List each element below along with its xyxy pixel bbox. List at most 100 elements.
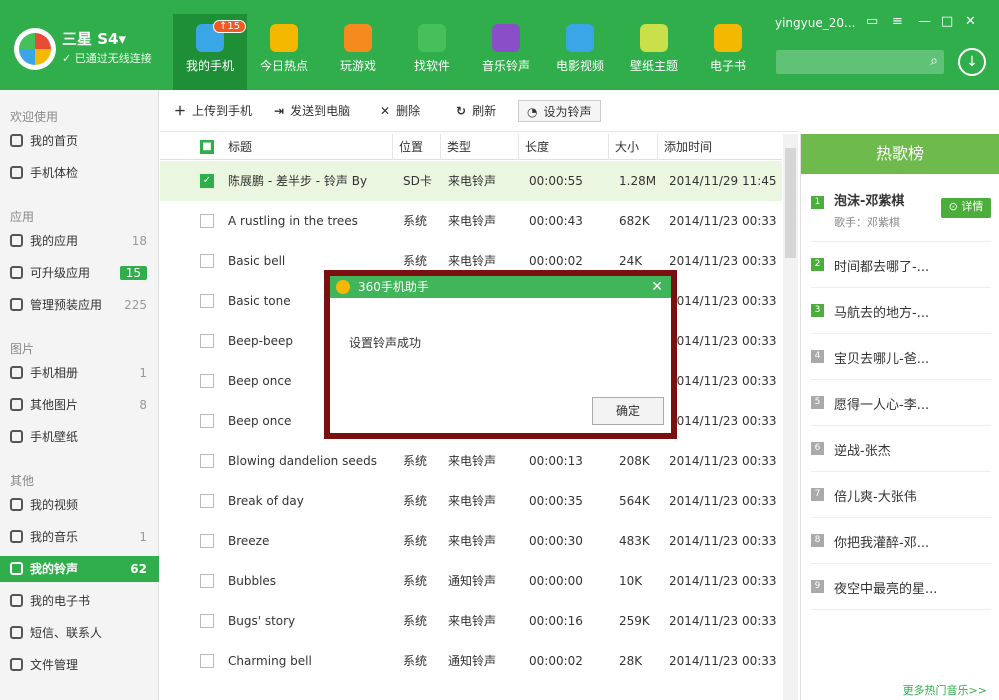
sidebar-item[interactable]: 我的电子书 — [0, 588, 159, 614]
sidebar-item[interactable]: 管理预装应用 225 — [0, 292, 159, 318]
nav-item[interactable]: 电影视频 — [543, 14, 617, 90]
more-music-link[interactable]: 更多热门音乐>> — [903, 682, 987, 698]
sidebar-item-label: 我的首页 — [30, 134, 79, 148]
table-cell: 系统 — [403, 534, 428, 548]
hot-item[interactable]: 9 夜空中最亮的星... — [811, 564, 991, 610]
nav-item[interactable]: 壁纸主题 — [617, 14, 691, 90]
nav-item[interactable]: 今日热点 — [247, 14, 321, 90]
table-cell: 2014/11/23 00:33 — [669, 254, 777, 268]
dialog-close-icon[interactable]: ✕ — [651, 276, 663, 298]
sidebar-item[interactable]: 手机体检 — [0, 160, 159, 186]
sidebar-item-label: 可升级应用 — [30, 266, 91, 280]
hot-songs-title: 热歌榜 — [801, 134, 999, 174]
sidebar-item-label: 我的视频 — [30, 498, 79, 512]
row-checkbox[interactable] — [200, 294, 214, 308]
row-checkbox[interactable] — [200, 374, 214, 388]
nav-item[interactable]: 电子书 — [691, 14, 765, 90]
row-checkbox[interactable] — [200, 534, 214, 548]
col-added-time[interactable]: 添加时间 — [657, 134, 782, 160]
maximize-icon[interactable]: □ — [941, 14, 953, 29]
ok-button[interactable]: 确定 — [592, 397, 664, 425]
col-type[interactable]: 类型 — [440, 134, 522, 160]
sidebar-item[interactable]: 手机相册 1 — [0, 360, 159, 386]
device-name[interactable]: 三星 S4▾ — [62, 28, 126, 49]
sidebar-item-count: 8 — [139, 398, 147, 412]
nav-item[interactable]: 找软件 — [395, 14, 469, 90]
col-size[interactable]: 大小 — [608, 134, 662, 160]
set-ringtone-button[interactable]: ◔ 设为铃声 — [518, 100, 601, 122]
table-row[interactable]: Break of day 系统 来电铃声 00:00:35 564K 2014/11/23… — [160, 481, 782, 521]
username[interactable]: yingyue_20... — [775, 16, 855, 30]
hot-songs-panel: 热歌榜 1 泡沫-邓紫棋 歌手：邓紫棋 ⊙ 详情 2 时间都去哪了-... 3 马航去… — [800, 134, 999, 700]
row-checkbox[interactable]: ✓ — [200, 174, 214, 188]
row-checkbox[interactable] — [200, 574, 214, 588]
hot-item[interactable]: 5 愿得一人心-李... — [811, 380, 991, 426]
close-icon[interactable]: ✕ — [965, 14, 976, 29]
delete-button[interactable]: ✕ 删除 — [380, 100, 420, 122]
table-row[interactable]: A rustling in the trees 系统 来电铃声 00:00:43 682… — [160, 201, 782, 241]
table-row[interactable]: ✓ 陈展鹏 - 差半步 - 铃声 By SD卡 来电铃声 00:00:55 1.28M 20… — [160, 161, 782, 201]
hot-item[interactable]: 7 倍儿爽-大张伟 — [811, 472, 991, 518]
hot-item-first[interactable]: 1 泡沫-邓紫棋 歌手：邓紫棋 ⊙ 详情 — [811, 180, 991, 242]
sidebar-item[interactable]: 可升级应用 15 — [0, 260, 159, 286]
col-title[interactable]: 标题 — [222, 134, 252, 160]
sidebar-item[interactable]: 我的视频 — [0, 492, 159, 518]
table-row[interactable]: Blowing dandelion seeds 系统 来电铃声 00:00:13 208… — [160, 441, 782, 481]
detail-label: 详情 — [961, 200, 984, 213]
sidebar-item-count: 225 — [124, 298, 147, 312]
hot-item[interactable]: 2 时间都去哪了-... — [811, 242, 991, 288]
download-icon[interactable]: ↓ — [958, 48, 986, 76]
table-row[interactable]: Bubbles 系统 通知铃声 00:00:00 10K 2014/11/23 00:33 — [160, 561, 782, 601]
table-cell: 00:00:13 — [529, 454, 583, 468]
hot-item[interactable]: 8 你把我灌醉-邓... — [811, 518, 991, 564]
sidebar-item[interactable]: 我的音乐 1 — [0, 524, 159, 550]
app-logo-icon — [14, 28, 56, 70]
nav-icon — [418, 24, 446, 52]
hot-item[interactable]: 6 逆战-张杰 — [811, 426, 991, 472]
col-location[interactable]: 位置 — [392, 134, 440, 160]
hot-item[interactable]: 3 马航去的地方-... — [811, 288, 991, 334]
upload-button[interactable]: ＋ 上传到手机 — [174, 100, 252, 122]
sidebar-item[interactable]: 文件管理 — [0, 652, 159, 678]
export-icon: ⇥ — [274, 104, 285, 118]
hot-song-title: 马航去的地方-... — [834, 306, 930, 321]
table-row[interactable]: Charming bell 系统 通知铃声 00:00:02 28K 2014/11/23… — [160, 641, 782, 681]
detail-button[interactable]: ⊙ 详情 — [941, 198, 991, 218]
sidebar-item[interactable]: 其他图片 8 — [0, 392, 159, 418]
hot-item[interactable]: 4 宝贝去哪儿-爸... — [811, 334, 991, 380]
table-row[interactable]: Bugs' story 系统 来电铃声 00:00:16 259K 2014/11/23 … — [160, 601, 782, 641]
row-checkbox[interactable] — [200, 414, 214, 428]
row-checkbox[interactable] — [200, 334, 214, 348]
row-checkbox[interactable] — [200, 614, 214, 628]
table-row[interactable]: Breeze 系统 来电铃声 00:00:30 483K 2014/11/23 00:33 — [160, 521, 782, 561]
upgrade-icon — [10, 266, 23, 279]
refresh-button[interactable]: ↻ 刷新 — [456, 100, 496, 122]
table-cell: 通知铃声 — [448, 654, 497, 668]
send-to-pc-button[interactable]: ⇥ 发送到电脑 — [274, 100, 350, 122]
select-all-checkbox[interactable]: ■ — [200, 140, 214, 154]
nav-item[interactable]: 音乐铃声 — [469, 14, 543, 90]
row-checkbox[interactable] — [200, 654, 214, 668]
minimize-icon[interactable]: — — [918, 14, 931, 29]
menu-icon[interactable]: ≡ — [892, 14, 903, 29]
sidebar-item[interactable]: 手机壁纸 — [0, 424, 159, 450]
row-checkbox[interactable] — [200, 494, 214, 508]
search-icon[interactable]: ⌕ — [930, 53, 938, 69]
search-input[interactable]: ⌕ — [776, 50, 944, 74]
scrollbar-thumb[interactable] — [785, 148, 796, 258]
sidebar-item[interactable]: 我的应用 18 — [0, 228, 159, 254]
sidebar-item[interactable]: 我的铃声 62 — [0, 556, 159, 582]
scrollbar[interactable] — [783, 134, 798, 700]
sidebar-item[interactable]: 短信、联系人 — [0, 620, 159, 646]
nav-item[interactable]: 玩游戏 — [321, 14, 395, 90]
row-checkbox[interactable] — [200, 214, 214, 228]
message-icon[interactable]: ▭ — [866, 14, 878, 29]
app-logo-icon — [336, 280, 350, 294]
send-label: 发送到电脑 — [290, 104, 351, 118]
row-checkbox[interactable] — [200, 454, 214, 468]
nav-item[interactable]: 我的手机 ↑15 — [173, 14, 247, 90]
sidebar-item[interactable]: 我的首页 — [0, 128, 159, 154]
table-cell: 28K — [619, 654, 643, 668]
row-checkbox[interactable] — [200, 254, 214, 268]
col-length[interactable]: 长度 — [518, 134, 608, 160]
